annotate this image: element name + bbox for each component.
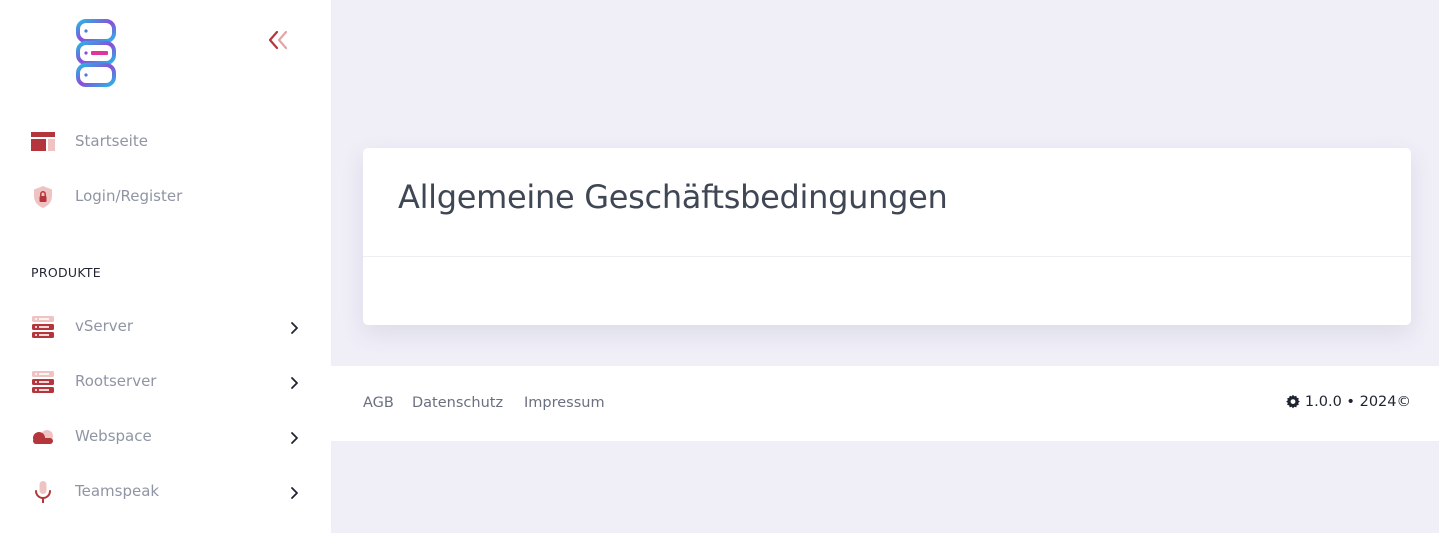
cloud-icon (31, 425, 55, 449)
chevron-right-icon (289, 375, 301, 389)
chevron-right-icon (289, 485, 301, 499)
chevrons-left-icon (268, 30, 288, 50)
server-icon (31, 370, 55, 394)
sidebar-item-label: Startseite (75, 132, 148, 150)
sidebar-item-startseite[interactable]: Startseite (0, 120, 331, 164)
footer-link-impressum[interactable]: Impressum (524, 395, 605, 411)
logo[interactable] (74, 18, 118, 88)
shield-lock-icon (31, 185, 55, 209)
sidebar-item-label: Login/Register (75, 187, 183, 205)
card-divider (363, 256, 1411, 257)
sidebar-item-vserver[interactable]: vServer (0, 305, 331, 349)
sidebar-item-login-register[interactable]: Login/Register (0, 175, 331, 219)
sidebar-item-rootserver[interactable]: Rootserver (0, 360, 331, 404)
gear-icon (1286, 394, 1300, 409)
footer-link-agb[interactable]: AGB (363, 395, 394, 411)
microphone-icon (31, 480, 55, 504)
sidebar-item-label: Webspace (75, 427, 152, 445)
footer-link-datenschutz[interactable]: Datenschutz (412, 395, 503, 411)
chevron-right-icon (289, 430, 301, 444)
sidebar-item-label: Rootserver (75, 372, 157, 390)
sidebar-item-webspace[interactable]: Webspace (0, 415, 331, 459)
sidebar-item-label: Teamspeak (75, 482, 160, 500)
footer: AGB Datenschutz Impressum 1.0.0 • 2024© (331, 366, 1439, 441)
sidebar-item-label: vServer (75, 317, 134, 335)
version-text: 1.0.0 • 2024© (1304, 394, 1411, 410)
footer-version: 1.0.0 • 2024© (1285, 394, 1411, 410)
sidebar: Startseite Login/Register PRODUKTE vServ… (0, 0, 331, 533)
sidebar-section-title: PRODUKTE (31, 265, 101, 280)
content-card: Allgemeine Geschäftsbedingungen (363, 148, 1411, 325)
layout-icon (31, 130, 55, 154)
chevron-right-icon (289, 320, 301, 334)
page-title: Allgemeine Geschäftsbedingungen (398, 178, 948, 216)
server-icon (31, 315, 55, 339)
sidebar-item-teamspeak[interactable]: Teamspeak (0, 470, 331, 514)
sidebar-collapse-button[interactable] (264, 28, 292, 52)
